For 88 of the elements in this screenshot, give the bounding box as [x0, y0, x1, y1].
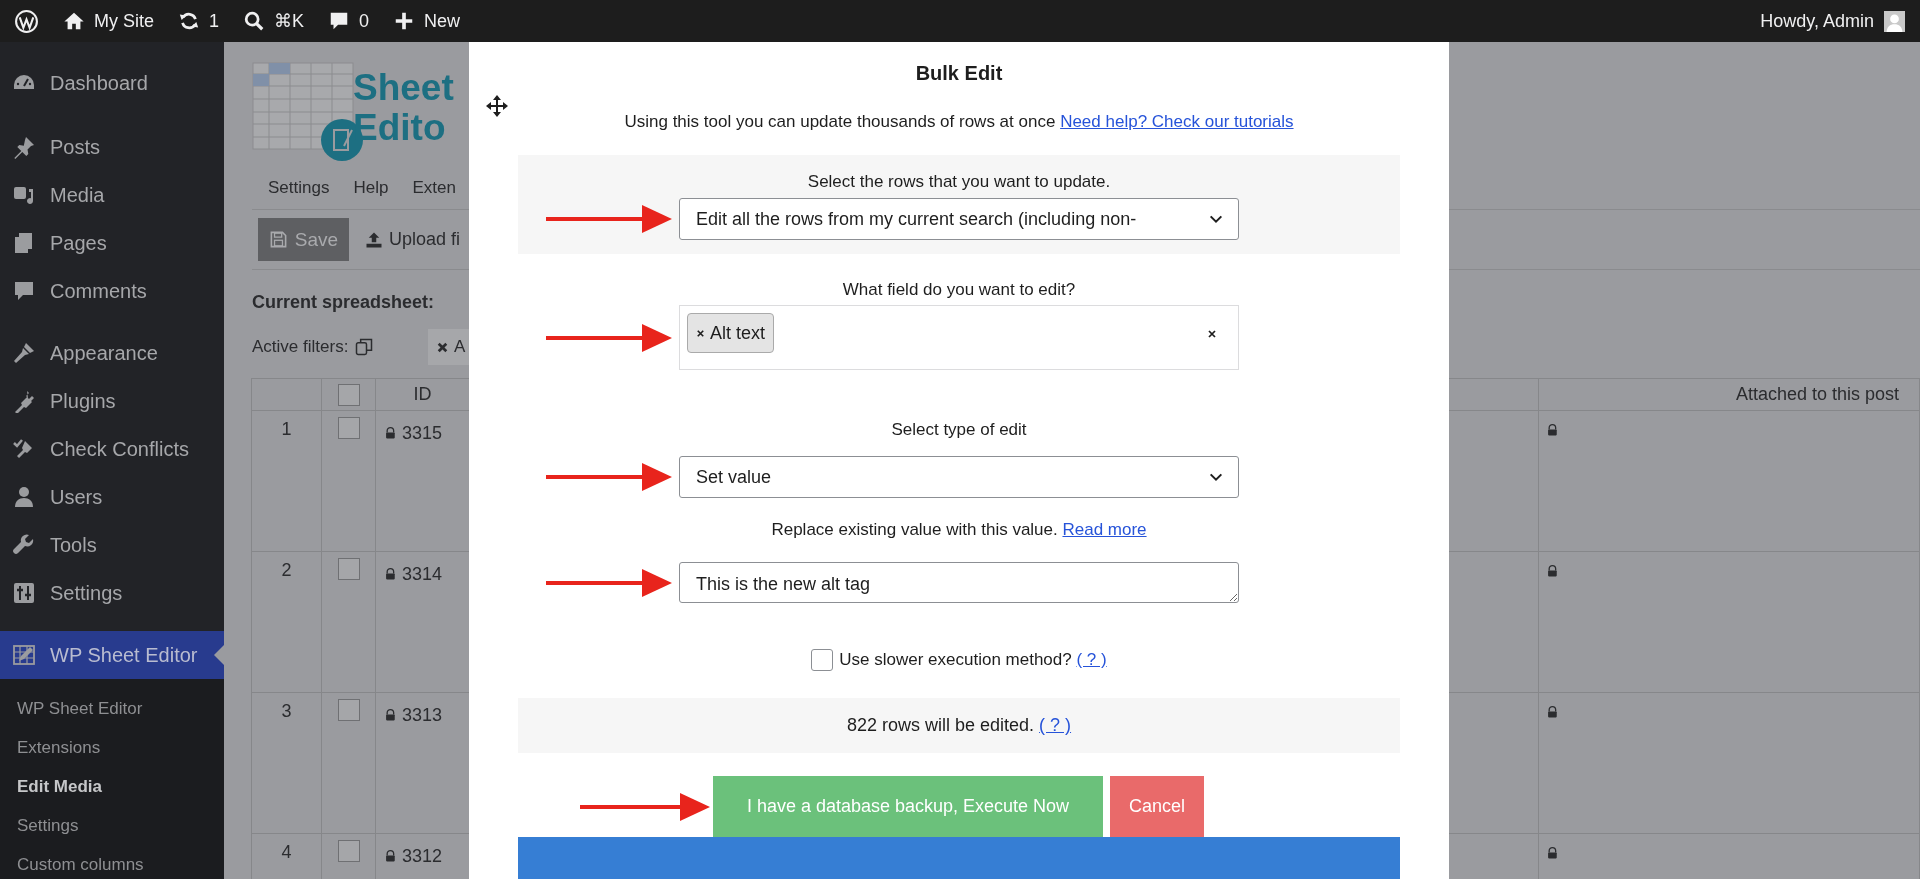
table-cell: 3313 — [402, 705, 443, 726]
search-icon — [243, 10, 266, 32]
checkbox[interactable] — [337, 417, 360, 439]
search-link[interactable]: ⌘K — [274, 10, 305, 32]
lock-icon — [1547, 423, 1560, 438]
summary-text: 822 rows will be edited. ( ? ) — [846, 715, 1072, 736]
row-number: 2 — [280, 559, 293, 581]
sidebar-item[interactable]: Pages — [0, 219, 224, 267]
submenu-item[interactable]: WP Sheet Editor — [0, 689, 224, 728]
brush-icon — [12, 341, 36, 365]
read-more-link[interactable]: Read more — [1062, 520, 1147, 539]
menu-link[interactable]: Exten — [412, 178, 456, 198]
rows-select[interactable]: Edit all the rows from my current search (including non- — [679, 198, 1239, 240]
sidebar-item[interactable]: Posts — [0, 123, 224, 171]
table-cell: 3315 — [402, 423, 443, 444]
close-icon — [1206, 328, 1218, 340]
lock-icon — [1547, 564, 1560, 579]
sidebar-item[interactable]: Users — [0, 473, 224, 521]
value-field[interactable]: This is the new alt tag — [679, 562, 1239, 603]
pushpin-icon — [12, 135, 36, 159]
edit-type-select[interactable]: Set value — [679, 456, 1239, 498]
submenu-item[interactable]: Custom columns — [0, 845, 224, 879]
field-select[interactable]: Alt text — [679, 305, 1239, 370]
checkbox[interactable] — [811, 649, 834, 671]
lock-icon — [385, 708, 398, 723]
comment-icon — [12, 279, 36, 303]
field-label: What field do you want to edit? — [841, 279, 1077, 301]
wordpress-logo-icon — [14, 8, 39, 34]
sidebar-item[interactable]: Comments — [0, 267, 224, 315]
row-number: 3 — [280, 700, 293, 722]
table-cell: 3312 — [402, 846, 443, 867]
intro-text: Using this tool you can update thousands of rows at once Need help? Check our tutorials — [623, 111, 1295, 133]
user-icon — [12, 485, 36, 509]
wrench-icon — [12, 533, 36, 557]
field-label: Select type of edit — [890, 419, 1028, 441]
submenu-item[interactable]: Edit Media — [0, 767, 224, 806]
checkbox-label: Use slower execution method? ( ? ) — [839, 649, 1107, 671]
hint-text: Replace existing value with this value. Read more — [770, 519, 1148, 541]
sidebar-item[interactable]: WP Sheet Editor — [0, 631, 224, 679]
checkbox[interactable] — [337, 699, 360, 721]
table-cell: 3314 — [402, 564, 443, 585]
move-icon — [485, 94, 509, 118]
updates-link[interactable]: 1 — [209, 10, 220, 32]
lock-icon — [1547, 846, 1560, 861]
remove-icon — [695, 327, 706, 339]
logo-text: Sheet — [353, 68, 454, 108]
copy-icon — [354, 337, 375, 357]
lock-icon — [1547, 705, 1560, 720]
sliders-icon — [12, 581, 36, 605]
checkbox[interactable] — [337, 840, 360, 862]
comments-link[interactable]: 0 — [359, 10, 370, 32]
row-number: 1 — [280, 418, 293, 440]
spreadsheet-pencil-icon — [12, 643, 36, 667]
field-label: Select the rows that you want to update. — [806, 171, 1112, 193]
sidebar-item[interactable]: Appearance — [0, 329, 224, 377]
tag-chip[interactable]: Alt text — [687, 313, 775, 353]
filters-label: Active filters: — [252, 337, 349, 357]
home-icon — [63, 10, 85, 32]
menu-link[interactable]: Help — [353, 178, 389, 198]
upload-button[interactable]: Upload fi — [365, 229, 461, 250]
sidebar-item[interactable]: Media — [0, 171, 224, 219]
dialog-title: Bulk Edit — [914, 61, 1004, 85]
sidebar-item[interactable]: Tools — [0, 521, 224, 569]
help-link[interactable]: Need help? Check our tutorials — [1060, 112, 1294, 131]
sidebar-item[interactable]: Dashboard — [0, 59, 224, 107]
sidebar-item[interactable]: Settings — [0, 569, 224, 617]
new-link[interactable]: New — [424, 10, 461, 32]
checkbox[interactable] — [337, 383, 360, 406]
checkbox[interactable] — [337, 558, 360, 580]
spreadsheet-label: Current spreadsheet: — [252, 291, 436, 313]
help-link[interactable]: ( ? ) — [1076, 650, 1107, 669]
greeting-link[interactable]: Howdy, Admin — [1760, 10, 1874, 32]
refresh-icon — [178, 10, 200, 32]
lock-icon — [385, 426, 398, 441]
help-link[interactable]: ( ? ) — [1039, 715, 1072, 735]
sidebar-item[interactable]: Check Conflicts — [0, 425, 224, 473]
lock-icon — [385, 849, 398, 864]
sidebar-item[interactable]: Plugins — [0, 377, 224, 425]
submenu-item[interactable]: Settings — [0, 806, 224, 845]
lock-icon — [385, 567, 398, 582]
upload-icon — [365, 230, 383, 249]
x-icon — [436, 340, 449, 354]
column-header: Attached to this post — [1735, 384, 1900, 404]
my-site-link[interactable]: My Site — [94, 10, 154, 32]
menu-link[interactable]: Settings — [268, 178, 330, 198]
row-number: 4 — [280, 841, 293, 863]
filter-chip[interactable]: A — [428, 329, 469, 365]
submenu-item[interactable]: Extensions — [0, 728, 224, 767]
